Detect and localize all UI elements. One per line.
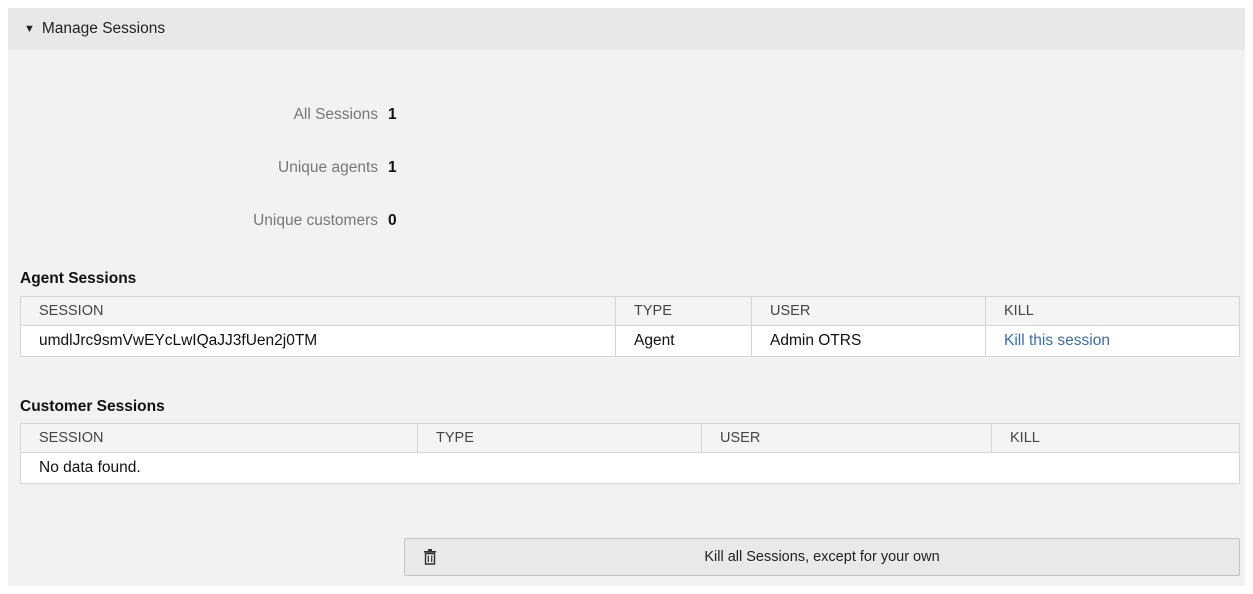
column-header-user[interactable]: USER bbox=[751, 296, 986, 326]
kill-this-session-link[interactable]: Kill this session bbox=[1004, 332, 1110, 349]
column-header-type[interactable]: TYPE bbox=[417, 423, 702, 453]
stat-all-sessions: All Sessions 1 bbox=[8, 106, 397, 124]
stat-label: All Sessions bbox=[293, 106, 378, 123]
panel-header[interactable]: ▼ Manage Sessions bbox=[8, 8, 1245, 50]
table-row: umdlJrc9smVwEYcLwIQaJJ3fUen2j0TM Agent A… bbox=[20, 325, 1240, 357]
stat-value: 1 bbox=[388, 159, 397, 176]
agent-sessions-table: SESSION TYPE USER KILL umdlJrc9smVwEYcLw… bbox=[20, 296, 1240, 357]
kill-all-sessions-button[interactable]: Kill all Sessions, except for your own bbox=[404, 538, 1240, 576]
table-header-row: SESSION TYPE USER KILL bbox=[20, 423, 1240, 453]
stat-value: 1 bbox=[388, 106, 397, 123]
agent-sessions-title: Agent Sessions bbox=[20, 270, 137, 287]
stat-unique-customers: Unique customers 0 bbox=[8, 212, 397, 230]
collapse-triangle-icon[interactable]: ▼ bbox=[24, 23, 35, 35]
column-header-session[interactable]: SESSION bbox=[20, 296, 616, 326]
customer-sessions-title: Customer Sessions bbox=[20, 398, 165, 415]
panel-title: Manage Sessions bbox=[41, 20, 166, 37]
column-header-kill[interactable]: KILL bbox=[985, 296, 1240, 326]
column-header-kill[interactable]: KILL bbox=[991, 423, 1240, 453]
customer-sessions-table: SESSION TYPE USER KILL No data found. bbox=[20, 423, 1240, 484]
column-header-user[interactable]: USER bbox=[701, 423, 992, 453]
no-data-message: No data found. bbox=[20, 452, 1240, 484]
manage-sessions-panel: ▼ Manage Sessions All Sessions 1 Unique … bbox=[8, 8, 1245, 586]
session-user-cell: Admin OTRS bbox=[751, 325, 986, 357]
column-header-session[interactable]: SESSION bbox=[20, 423, 418, 453]
stat-label: Unique agents bbox=[278, 159, 378, 176]
session-type-cell: Agent bbox=[615, 325, 752, 357]
kill-session-cell: Kill this session bbox=[985, 325, 1240, 357]
column-header-type[interactable]: TYPE bbox=[615, 296, 752, 326]
table-row: No data found. bbox=[20, 452, 1240, 484]
kill-all-sessions-label: Kill all Sessions, except for your own bbox=[704, 549, 940, 565]
stat-label: Unique customers bbox=[253, 212, 378, 229]
session-id-cell: umdlJrc9smVwEYcLwIQaJJ3fUen2j0TM bbox=[20, 325, 616, 357]
stat-value: 0 bbox=[388, 212, 397, 229]
trash-icon bbox=[424, 549, 436, 565]
stat-unique-agents: Unique agents 1 bbox=[8, 159, 397, 177]
table-header-row: SESSION TYPE USER KILL bbox=[20, 296, 1240, 326]
